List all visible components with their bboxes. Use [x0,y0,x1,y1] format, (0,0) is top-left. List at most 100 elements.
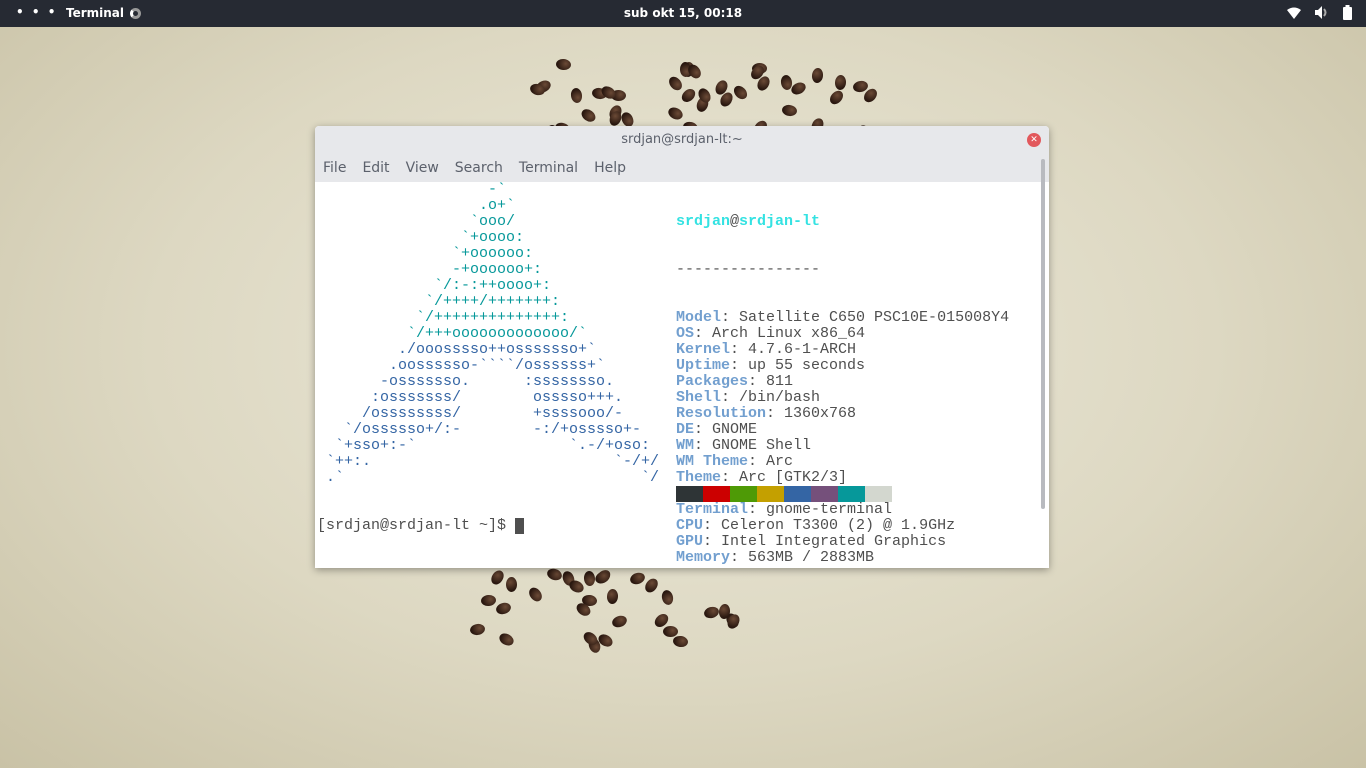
menu-view[interactable]: View [406,160,439,176]
coffee-bean [497,631,516,649]
info-label: Resolution [676,405,767,422]
prompt: [srdjan@srdjan-lt ~]$ [317,517,516,534]
coffee-bean [834,74,847,91]
info-value: gnome-terminal [766,501,893,518]
art-line: `+oooo: [317,229,525,246]
terminal-window[interactable]: srdjan@srdjan-lt:~ ✕ File Edit View Sear… [315,126,1049,568]
coffee-bean [826,88,846,108]
art-line: ./ooosssso++osssssso+` [317,341,597,358]
coffee-bean [578,106,598,125]
menu-file[interactable]: File [323,160,346,176]
coffee-bean [567,577,586,595]
menu-terminal[interactable]: Terminal [519,160,578,176]
art-line: `/:-:++oooo+: [317,277,552,294]
info-row: Memory: 563MB / 2883MB [676,549,875,566]
clock[interactable]: sub okt 15, 00:18 [624,6,742,20]
info-value: /bin/bash [739,389,821,406]
color-swatch [784,486,811,502]
art-line: `+oooooo: [317,245,534,262]
coffee-bean [666,105,685,122]
info-label: Uptime [676,357,731,374]
art-line: .` `/ [317,469,660,486]
info-value: Arc [GTK2/3] [739,469,848,486]
coffee-bean [526,585,545,604]
info-label: Packages [676,373,749,390]
info-label: Theme [676,469,722,486]
art-line: .o+` [317,197,516,214]
host: srdjan-lt [739,213,821,230]
info-label: GPU [676,533,704,550]
info-label: Memory [676,549,731,566]
info-label: WM Theme [676,453,749,470]
coffee-bean [488,568,506,587]
app-menu[interactable]: Terminal [66,6,142,20]
info-value: Arc [766,453,794,470]
coffee-bean [702,604,720,620]
info-row: DE: GNOME [676,421,758,438]
art-line: `+sso+:-` `.-/+oso: [317,437,651,454]
info-row: CPU: Celeron T3300 (2) @ 1.9GHz [676,517,956,534]
prompt-line[interactable]: [srdjan@srdjan-lt ~]$ [317,517,525,534]
color-palette [676,486,892,502]
info-label: Terminal [676,501,749,518]
coffee-bean [480,593,497,607]
scrollbar[interactable] [1041,159,1045,509]
info-value: 4.7.6-1-ARCH [748,341,857,358]
info-value: Arch Linux x86_64 [712,325,866,342]
coffee-bean [545,567,564,583]
info-value: Intel Integrated Graphics [721,533,947,550]
menu-edit[interactable]: Edit [362,160,389,176]
info-row: WM Theme: Arc [676,453,794,470]
color-swatch [757,486,784,502]
coffee-bean [555,57,572,71]
separator: ---------------- [676,261,821,278]
color-swatch [730,486,757,502]
info-row: WM: GNOME Shell [676,437,812,454]
info-row: Terminal: gnome-terminal [676,501,893,518]
art-line: `ooo/ [317,213,516,230]
info-row: Kernel: 4.7.6-1-ARCH [676,341,857,358]
color-swatch [811,486,838,502]
coffee-bean [505,577,517,593]
coffee-bean [686,62,704,82]
info-row: Theme: Arc [GTK2/3] [676,469,848,486]
coffee-bean [642,575,661,595]
coffee-bean [469,622,486,636]
info-value: GNOME Shell [712,437,812,454]
art-line: -osssssso. :ssssssso. [317,373,615,390]
info-value: 563MB / 2883MB [748,549,875,566]
activities-button[interactable]: • • • [16,5,57,19]
info-label: Shell [676,389,722,406]
arch-logo-ascii: -` .o+` `ooo/ `+oooo: `+oooooo: -+oooooo… [317,182,659,486]
battery-icon [1343,5,1352,20]
art-line: .oossssso-````/ossssss+` [317,357,606,374]
color-swatch [865,486,892,502]
info-value: Satellite C650 PSC10E-015008Y4 [739,309,1010,326]
art-line: `/+++ooooooooooooo/` [317,325,588,342]
coffee-bean [811,67,825,84]
app-name: Terminal [66,6,125,20]
title-bar[interactable]: srdjan@srdjan-lt:~ [315,126,1049,154]
info-value: up 55 seconds [748,357,866,374]
coffee-bean [663,625,679,637]
loading-spinner-icon [130,7,142,19]
info-row: Resolution: 1360x768 [676,405,857,422]
art-line: :osssssss/ osssso+++. [317,389,624,406]
art-line: -` [317,181,507,198]
info-label: Kernel [676,341,731,358]
info-label: Model [676,309,722,326]
menu-help[interactable]: Help [594,160,626,176]
close-button[interactable]: ✕ [1027,133,1041,147]
color-swatch [676,486,703,502]
system-tray[interactable] [1287,5,1352,20]
coffee-bean [679,86,698,105]
info-value: 1360x768 [784,405,857,422]
coffee-bean [628,571,647,587]
coffee-bean [610,613,629,630]
menu-search[interactable]: Search [455,160,503,176]
art-line: `/ossssso+/:- -:/+osssso+- [317,421,642,438]
info-value: 811 [766,373,794,390]
terminal-output[interactable]: -` .o+` `ooo/ `+oooo: `+oooooo: -+oooooo… [315,182,1049,568]
info-row: OS: Arch Linux x86_64 [676,325,866,342]
info-row: Shell: /bin/bash [676,389,821,406]
